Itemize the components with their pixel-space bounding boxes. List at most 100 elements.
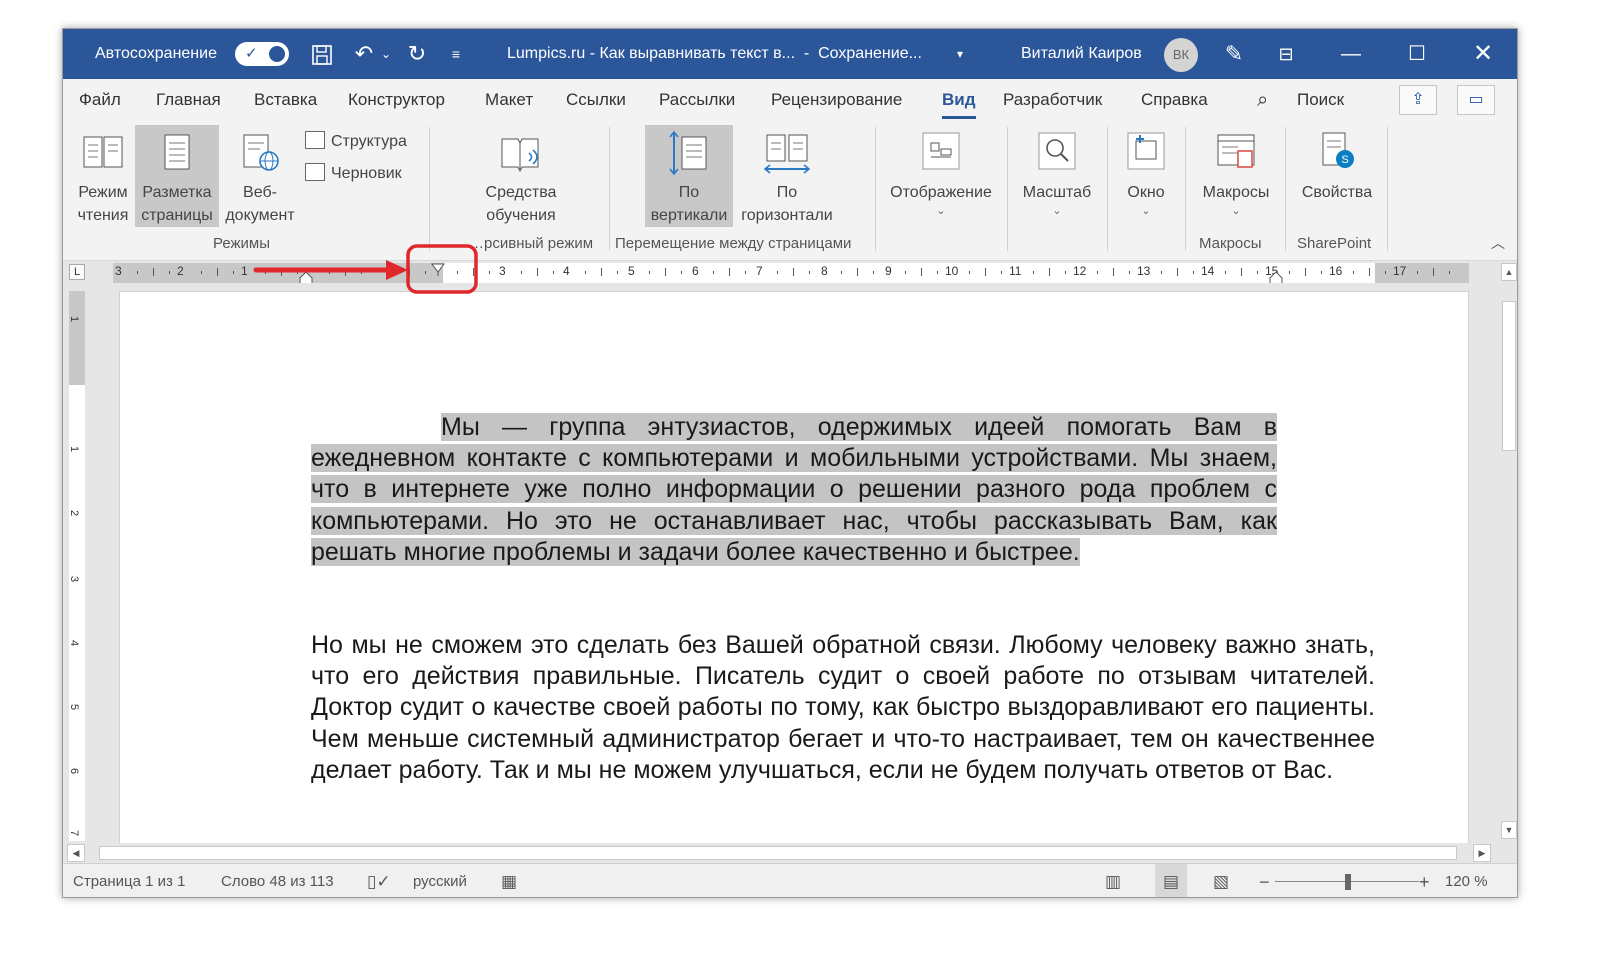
document-page[interactable]: Мы — группа энтузиастов, одержимых идеей…	[119, 291, 1469, 843]
ruler-tick	[409, 268, 410, 276]
print-layout-view-icon[interactable]: ▤	[1155, 864, 1188, 897]
tab-mailings[interactable]: Рассылки	[659, 79, 735, 121]
ruler-tick	[1129, 271, 1130, 274]
show-button[interactable]: Отображение ⌄	[881, 125, 1001, 218]
draft-button[interactable]: Черновик	[305, 163, 402, 185]
minimize-button[interactable]: —	[1321, 29, 1381, 79]
tab-developer[interactable]: Разработчик	[1003, 79, 1102, 121]
ruler-tick	[473, 268, 474, 276]
search-label[interactable]: Поиск	[1297, 79, 1344, 121]
word-count[interactable]: Слово 48 из 113	[221, 864, 334, 897]
ruler-tick	[169, 271, 170, 274]
ruler-tick	[777, 271, 778, 274]
document-title[interactable]: Lumpics.ru - Как выравнивать текст в... …	[507, 29, 922, 79]
tab-selector[interactable]: L	[69, 264, 85, 280]
accessibility-icon[interactable]: ▦	[501, 864, 517, 897]
print-layout-button[interactable]: Разметка страницы	[135, 125, 219, 227]
undo-dropdown-icon[interactable]: ⌄	[371, 29, 401, 79]
scroll-up-icon[interactable]: ▲	[1501, 263, 1517, 281]
book-icon	[83, 136, 123, 168]
scroll-down-icon[interactable]: ▼	[1501, 821, 1517, 839]
tab-view[interactable]: Вид	[942, 79, 976, 121]
ruler-tick	[1225, 271, 1226, 274]
draft-icon	[305, 163, 325, 181]
customize-toolbar-icon[interactable]: ≡	[441, 29, 471, 79]
search-icon[interactable]: ⌕	[1257, 79, 1268, 121]
vertical-scrollbar[interactable]: ▲ ▼	[1499, 261, 1517, 843]
learning-tools-line2: обучения	[486, 207, 556, 224]
ruler-tick	[1257, 271, 1258, 274]
web-layout-button[interactable]: Веб- документ	[219, 125, 301, 227]
ruler-number: 3	[68, 575, 81, 583]
language[interactable]: русский	[413, 864, 467, 897]
ribbon-view: Режим чтения Разметка страницы Веб- доку…	[63, 121, 1517, 261]
side-to-side-icon	[763, 134, 811, 174]
selected-text[interactable]: Мы — группа энтузиастов, одержимых идеей…	[311, 413, 1277, 566]
title-dropdown-icon[interactable]: ▾	[945, 29, 975, 79]
macros-button[interactable]: Макросы ⌄	[1191, 125, 1281, 218]
side-to-side-button[interactable]: По горизонтали	[737, 125, 837, 227]
document-area[interactable]: Мы — группа энтузиастов, одержимых идеей…	[91, 283, 1499, 843]
vertical-scroll-thumb[interactable]	[1502, 301, 1516, 451]
first-line-indent-marker[interactable]	[431, 263, 445, 277]
redo-icon[interactable]: ↻	[402, 29, 432, 79]
ruler-number: 11	[1009, 264, 1022, 278]
ruler-tick	[809, 271, 810, 274]
zoom-slider-thumb[interactable]	[1345, 874, 1351, 890]
read-mode-button[interactable]: Режим чтения	[71, 125, 135, 227]
zoom-level[interactable]: 120 %	[1445, 864, 1488, 897]
page-count[interactable]: Страница 1 из 1	[73, 864, 185, 897]
scroll-left-icon[interactable]: ◀	[67, 844, 85, 862]
tab-design[interactable]: Конструктор	[348, 79, 445, 121]
share-icon[interactable]: ⇪	[1399, 85, 1437, 115]
ruler-tick	[665, 268, 666, 276]
save-icon[interactable]	[307, 29, 337, 79]
close-button[interactable]: ✕	[1453, 29, 1513, 79]
ribbon-display-icon[interactable]: ⊟	[1271, 29, 1301, 79]
collapse-ribbon-icon[interactable]: ︿	[1491, 233, 1505, 253]
tab-layout[interactable]: Макет	[485, 79, 533, 121]
ruler-tick	[1449, 271, 1450, 274]
avatar[interactable]: ВК	[1164, 38, 1198, 72]
vertical-ruler[interactable]: 1 1 2 3 4 5 6 7	[68, 291, 85, 841]
ruler-tick	[1353, 271, 1354, 274]
learning-tools-button[interactable]: Средства обучения	[477, 125, 565, 227]
tab-home[interactable]: Главная	[156, 79, 221, 121]
zoom-in-button[interactable]: +	[1419, 864, 1430, 897]
tab-insert[interactable]: Вставка	[254, 79, 317, 121]
ruler-number: 7	[68, 829, 81, 837]
pen-icon[interactable]: ✎	[1219, 29, 1249, 79]
proofing-icon[interactable]: ▯✓	[367, 864, 391, 897]
tab-references[interactable]: Ссылки	[566, 79, 626, 121]
ruler-tick	[1321, 271, 1322, 274]
ruler-tick	[1369, 268, 1370, 276]
tab-help[interactable]: Справка	[1141, 79, 1208, 121]
outline-button[interactable]: Структура	[305, 131, 407, 153]
autosave-toggle[interactable]: ✓	[235, 42, 289, 66]
horizontal-ruler[interactable]: 3 2 1 3 4 5 6 7 8 9 10 11 12 13 14 15 16…	[113, 263, 1469, 285]
status-bar: Страница 1 из 1 Слово 48 из 113 ▯✓ русск…	[63, 863, 1517, 897]
web-layout-view-icon[interactable]: ▧	[1213, 864, 1229, 897]
ruler-tick	[457, 271, 458, 274]
paragraph-1[interactable]: Мы — группа энтузиастов, одержимых идеей…	[311, 412, 1277, 568]
scroll-right-icon[interactable]: ▶	[1473, 844, 1491, 862]
ruler-tick	[233, 271, 234, 274]
vertical-button[interactable]: По вертикали	[645, 125, 733, 227]
horizontal-scrollbar[interactable]: ◀ ▶	[63, 843, 1499, 863]
horizontal-scroll-thumb[interactable]	[99, 846, 1457, 860]
ruler-number: 3	[499, 264, 506, 278]
ruler-number: 1	[68, 315, 81, 323]
zoom-out-button[interactable]: −	[1259, 864, 1270, 897]
read-mode-view-icon[interactable]: ▥	[1105, 864, 1121, 897]
zoom-button[interactable]: Масштаб ⌄	[1013, 125, 1101, 218]
tab-file[interactable]: Файл	[79, 79, 121, 121]
paragraph-2[interactable]: Но мы не сможем это сделать без Вашей об…	[311, 630, 1375, 786]
maximize-button[interactable]: ☐	[1387, 29, 1447, 79]
comments-icon[interactable]: ▭	[1457, 85, 1495, 115]
user-name[interactable]: Виталий Каиров	[1021, 29, 1142, 79]
tab-review[interactable]: Рецензирование	[771, 79, 902, 121]
window-button[interactable]: Окно ⌄	[1113, 125, 1179, 218]
properties-button[interactable]: S Свойства	[1293, 125, 1381, 204]
window-icon	[1127, 132, 1165, 170]
macros-label: Макросы	[1202, 184, 1270, 201]
